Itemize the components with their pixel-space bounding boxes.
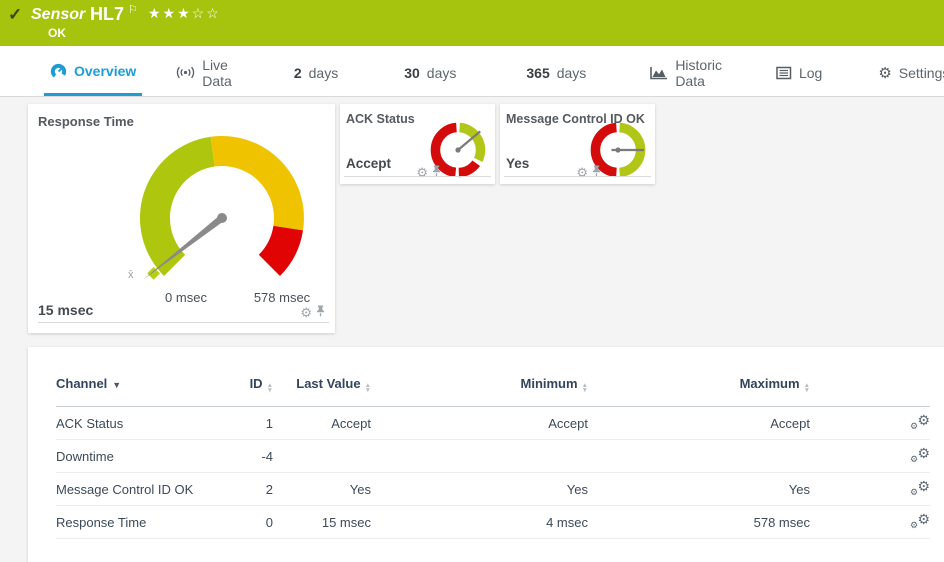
gear-icon[interactable]: ⚙ xyxy=(416,165,428,181)
sensor-name: HL7 xyxy=(90,4,124,25)
response-time-gauge: x̄ xyxy=(112,116,332,294)
tab-label: Historic Data xyxy=(675,57,722,89)
tab-label: Live Data xyxy=(202,57,232,89)
column-label: Maximum xyxy=(740,376,800,391)
channel-settings-icon[interactable]: ⚙⚙ xyxy=(910,446,930,464)
sensor-status-bar: ✓ Sensor HL7 ⚐ ★★★☆☆ OK xyxy=(0,0,944,46)
tab-label: days xyxy=(557,65,587,81)
gauge-scale-max: 578 msec xyxy=(250,290,314,305)
status-badge: OK xyxy=(48,26,66,40)
sort-icon: ▲▼ xyxy=(267,383,273,393)
tab-live-data[interactable]: Live Data xyxy=(170,46,238,96)
channel-name: Downtime xyxy=(56,440,206,473)
last-value: Yes xyxy=(506,156,529,171)
table-row[interactable]: Response Time 0 15 msec 4 msec 578 msec … xyxy=(56,506,930,539)
channel-id: -4 xyxy=(206,440,273,473)
last-value: Accept xyxy=(346,156,391,171)
tab-label: Settings xyxy=(899,65,944,81)
pin-icon[interactable] xyxy=(432,164,441,182)
column-header-actions xyxy=(810,375,930,407)
priority-stars[interactable]: ★★★☆☆ xyxy=(148,5,221,22)
channel-settings-icon[interactable]: ⚙⚙ xyxy=(910,512,930,530)
response-time-gauge-tile: Response Time x̄ 0 msec 578 msec 15 msec… xyxy=(28,104,335,333)
tab-2-days[interactable]: 2 days xyxy=(288,46,344,96)
tab-label: Overview xyxy=(74,63,136,79)
column-header-channel[interactable]: Channel ▼ xyxy=(56,375,206,407)
column-label: Minimum xyxy=(521,376,578,391)
area-chart-icon xyxy=(650,65,668,80)
ack-status-gauge-tile: ACK Status Accept ⚙ xyxy=(340,104,495,184)
channel-settings-icon[interactable]: ⚙⚙ xyxy=(910,479,930,497)
last-value: 15 msec xyxy=(38,302,93,318)
channel-minimum: Yes xyxy=(371,473,588,506)
table-row[interactable]: ACK Status 1 Accept Accept Accept ⚙⚙ xyxy=(56,407,930,440)
table-header-row: Channel ▼ ID ▲▼ Last Value ▲▼ Minimum ▲▼ Max… xyxy=(56,375,930,407)
gear-icon: ⚙ xyxy=(878,64,891,82)
channel-table: Channel ▼ ID ▲▼ Last Value ▲▼ Minimum ▲▼ Max… xyxy=(56,375,930,539)
pin-icon[interactable] xyxy=(316,304,325,322)
tab-label-number: 30 xyxy=(404,65,420,81)
table-row[interactable]: Message Control ID OK 2 Yes Yes Yes ⚙⚙ xyxy=(56,473,930,506)
sort-icon: ▲▼ xyxy=(365,383,371,393)
tile-title: ACK Status xyxy=(346,112,415,126)
tile-divider xyxy=(344,176,491,177)
flag-icon: ⚐ xyxy=(128,3,138,16)
tab-label: Log xyxy=(799,65,822,81)
tab-settings[interactable]: ⚙ Settings xyxy=(872,46,944,96)
gear-icon[interactable]: ⚙ xyxy=(300,305,312,321)
table-row[interactable]: Downtime -4 ⚙⚙ xyxy=(56,440,930,473)
channel-last-value: Yes xyxy=(273,473,371,506)
tab-label: days xyxy=(427,65,457,81)
column-label: Channel xyxy=(56,376,107,391)
channel-minimum: Accept xyxy=(371,407,588,440)
column-header-last-value[interactable]: Last Value ▲▼ xyxy=(273,375,371,407)
column-header-maximum[interactable]: Maximum ▲▼ xyxy=(588,375,810,407)
channel-table-panel: Channel ▼ ID ▲▼ Last Value ▲▼ Minimum ▲▼ Max… xyxy=(28,347,944,562)
sort-desc-icon: ▼ xyxy=(112,380,121,390)
tab-365-days[interactable]: 365 days xyxy=(520,46,592,96)
sort-icon: ▲▼ xyxy=(582,383,588,393)
tab-overview[interactable]: Overview xyxy=(44,46,142,96)
channel-maximum: Accept xyxy=(588,407,810,440)
message-control-gauge-tile: Message Control ID OK Yes ⚙ xyxy=(500,104,655,184)
channel-maximum: Yes xyxy=(588,473,810,506)
tab-bar: Overview Live Data 2 days 30 days 365 da… xyxy=(0,46,944,97)
column-header-minimum[interactable]: Minimum ▲▼ xyxy=(371,375,588,407)
sort-icon: ▲▼ xyxy=(804,383,810,393)
tab-30-days[interactable]: 30 days xyxy=(398,46,462,96)
gauge-icon xyxy=(50,63,67,80)
column-header-id[interactable]: ID ▲▼ xyxy=(206,375,273,407)
gear-icon[interactable]: ⚙ xyxy=(576,165,588,181)
channel-id: 0 xyxy=(206,506,273,539)
channel-id: 1 xyxy=(206,407,273,440)
channel-minimum: 4 msec xyxy=(371,506,588,539)
tile-divider xyxy=(504,176,651,177)
channel-maximum: 578 msec xyxy=(588,506,810,539)
tab-log[interactable]: Log xyxy=(770,46,828,96)
channel-minimum xyxy=(371,440,588,473)
channel-last-value: Accept xyxy=(273,407,371,440)
ok-check-icon: ✓ xyxy=(8,5,22,25)
channel-last-value xyxy=(273,440,371,473)
column-label: Last Value xyxy=(296,376,360,391)
column-label: ID xyxy=(250,376,263,391)
channel-maximum xyxy=(588,440,810,473)
tab-historic-data[interactable]: Historic Data xyxy=(644,46,728,96)
channel-name: Message Control ID OK xyxy=(56,473,206,506)
channel-name: ACK Status xyxy=(56,407,206,440)
tile-divider xyxy=(38,322,329,323)
tab-label-number: 365 xyxy=(526,65,549,81)
broadcast-icon xyxy=(176,65,195,80)
average-marker-label: x̄ xyxy=(128,269,134,281)
pin-icon[interactable] xyxy=(592,164,601,182)
channel-last-value: 15 msec xyxy=(273,506,371,539)
gauge-scale-min: 0 msec xyxy=(160,290,212,305)
sensor-type-label: Sensor xyxy=(31,6,85,24)
tab-label: days xyxy=(309,65,339,81)
tab-label-number: 2 xyxy=(294,65,302,81)
log-list-icon xyxy=(776,66,792,80)
channel-id: 2 xyxy=(206,473,273,506)
channel-name: Response Time xyxy=(56,506,206,539)
channel-settings-icon[interactable]: ⚙⚙ xyxy=(910,413,930,431)
